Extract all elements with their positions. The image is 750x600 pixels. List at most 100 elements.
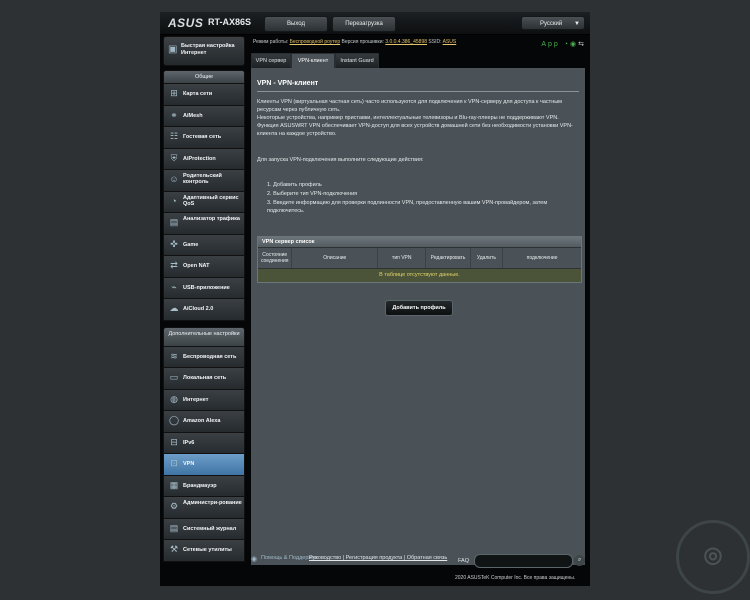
top-bar: ASUS RT-AX86S Выход Перезагрузка Русский… (160, 12, 590, 35)
sidebar-item-network-map[interactable]: ⊞ Карта сети (163, 84, 245, 106)
status-icons: App ◔◉⇆ (541, 38, 586, 52)
sidebar-item-traffic[interactable]: ▤ Анализатор трафика (163, 213, 245, 235)
ssid-link[interactable]: ASUS (443, 39, 457, 45)
main-content: VPN сервер VPN-клиент Instant Guard VPN … (251, 53, 585, 565)
col-status: Состояние соединения (258, 248, 293, 268)
fw-link[interactable]: 3.0.0.4.386_45898 (385, 39, 427, 45)
guest-network-icon: ☷ (169, 131, 179, 141)
chevron-down-icon: ▼ (574, 21, 580, 27)
add-profile-button[interactable]: Добавить профиль (385, 300, 453, 316)
sidebar-item-gamepad[interactable]: ✜ Game (163, 234, 245, 256)
sidebar-item-parental[interactable]: ☺ Родительский контроль (163, 170, 245, 192)
wireless-icon: ≋ (170, 350, 178, 361)
search-icon[interactable]: ⌕ (574, 555, 585, 566)
page-title: VPN - VPN-клиент (257, 80, 319, 87)
reboot-button[interactable]: Перезагрузка (332, 16, 396, 32)
cloud-icon: ☁ (169, 303, 179, 313)
logout-button[interactable]: Выход (264, 16, 328, 32)
table-header-row: Состояние соединения Описание тип VPN Ре… (258, 247, 581, 268)
status-bar: Режим работы: Беспроводной роутер Версия… (253, 35, 590, 53)
sidebar-item-globe[interactable]: ◍ Интернет (163, 389, 245, 411)
app-label[interactable]: App (541, 41, 559, 48)
description-2: Некоторые устройства, например приставки… (257, 115, 559, 121)
network-map-icon: ⊞ (170, 88, 178, 98)
mode-label: Режим работы: (253, 39, 289, 45)
router-window: ASUS RT-AX86S Выход Перезагрузка Русский… (160, 12, 590, 586)
sidebar-item-label: USB-приложение (183, 284, 230, 291)
sidebar-item-ipv6[interactable]: ⊟ IPv6 (163, 432, 245, 454)
tools-icon: ⚒ (169, 544, 179, 554)
alexa-icon: ◯ (168, 415, 180, 425)
instructions-intro: Для запуска VPN-подключения выполните сл… (257, 157, 424, 163)
sidebar-item-tools[interactable]: ⚒ Сетевые утилиты (163, 540, 245, 562)
model-name: RT-AX86S (208, 17, 252, 27)
col-vpn-type: тип VPN (378, 248, 427, 268)
sidebar-item-label: Брандмауэр (183, 482, 217, 489)
sidebar-item-label: Amazon Alexa (183, 418, 221, 424)
sidebar-item-label: Сетевые утилиты (183, 547, 232, 553)
lan-icon: ▭ (169, 372, 179, 382)
sidebar-item-log[interactable]: ▤ Системный журнал (163, 518, 245, 540)
steps-list: 1. Добавить профиль 2. Выберите тип VPN-… (267, 181, 577, 216)
copyright: 2020 ASUSTeK Computer Inc. Все права защ… (455, 575, 576, 581)
sidebar-item-shield[interactable]: ⛨ AiProtection (163, 148, 245, 170)
parental-icon: ☺ (169, 174, 179, 184)
sidebar-item-usb[interactable]: ⌁ USB-приложение (163, 277, 245, 299)
usb-icon: ⌁ (171, 281, 177, 292)
col-edit: Редактировать (426, 248, 471, 268)
sidebar: ▣ Быстрая настройка Интернет Общие ⊞ Карт… (163, 36, 245, 562)
vpn-server-table: VPN сервер список Состояние соединения О… (257, 236, 582, 283)
sidebar-item-label: Гостевая сеть (183, 134, 222, 140)
globe-icon: ◍ (170, 393, 178, 404)
quick-setup-button[interactable]: ▣ Быстрая настройка Интернет (163, 36, 245, 66)
traffic-icon: ▤ (169, 217, 179, 227)
vpn-icon: ⊡ (170, 458, 178, 468)
sidebar-item-label: Адаптивный сервис QoS (183, 194, 239, 207)
internet-status-icon[interactable]: ◉ (570, 41, 578, 48)
footer-links[interactable]: Руководство | Регистрация продукта | Обр… (309, 555, 447, 561)
fw-label: Версия прошивки: (341, 39, 384, 45)
sidebar-item-wireless[interactable]: ≋ Беспроводная сеть (163, 346, 245, 368)
sidebar-item-label: AiMesh (183, 112, 203, 119)
footer: ◉ Помощь & Поддержка Руководство | Регис… (251, 554, 585, 572)
sidebar-item-nat[interactable]: ⇄ Open NAT (163, 256, 245, 278)
sidebar-item-qos[interactable]: ◔ Адаптивный сервис QoS (163, 191, 245, 213)
quick-setup-label: Быстрая настройка Интернет (181, 43, 235, 56)
sidebar-item-label: AiCloud 2.0 (183, 306, 214, 312)
title-divider (257, 91, 579, 92)
sidebar-item-label: IPv6 (183, 439, 195, 446)
col-description: Описание (292, 248, 379, 268)
language-value: Русский (540, 21, 563, 27)
table-title: VPN сервер список (258, 237, 581, 247)
sidebar-item-firewall[interactable]: ▦ Брандмауэр (163, 475, 245, 497)
description-3: Функция ASUSWRT VPN обеспечивает VPN-дос… (257, 123, 573, 137)
sidebar-item-admin[interactable]: ⚙ Администри-рование (163, 497, 245, 519)
general-nav: ⊞ Карта сети ⚭ AiMesh ☷ Гостевая сеть ⛨ AiProte… (163, 84, 245, 321)
ssid-label: SSID: (428, 39, 442, 45)
usb-status-icon[interactable]: ⇆ (578, 41, 586, 48)
sidebar-item-label: Системный журнал (183, 525, 237, 532)
nat-icon: ⇄ (170, 260, 178, 270)
tab-vpn-client[interactable]: VPN-клиент (291, 53, 335, 69)
sidebar-item-label: Game (183, 241, 199, 248)
step-1: 1. Добавить профиль (267, 182, 322, 188)
sidebar-item-lan[interactable]: ▭ Локальная сеть (163, 368, 245, 390)
sidebar-item-aimesh[interactable]: ⚭ AiMesh (163, 105, 245, 127)
qos-icon: ◔ (171, 195, 177, 206)
faq-search-input[interactable] (474, 554, 573, 568)
sidebar-item-alexa[interactable]: ◯ Amazon Alexa (163, 411, 245, 433)
language-select[interactable]: Русский ▼ (521, 16, 585, 30)
sidebar-item-guest-network[interactable]: ☷ Гостевая сеть (163, 127, 245, 149)
mode-link[interactable]: Беспроводной роутер (290, 39, 341, 45)
sidebar-item-vpn[interactable]: ⊡ VPN (163, 454, 245, 476)
sidebar-item-label: VPN (183, 461, 195, 467)
sidebar-item-label: Родительский контроль (183, 173, 222, 185)
gamepad-icon: ✜ (170, 238, 178, 249)
admin-icon: ⚙ (169, 501, 179, 511)
sidebar-item-label: Анализатор трафика (183, 216, 240, 222)
sidebar-item-label: Беспроводная сеть (183, 353, 237, 360)
sidebar-item-cloud[interactable]: ☁ AiCloud 2.0 (163, 299, 245, 321)
step-2: 2. Выберите тип VPN-подключения (267, 191, 358, 197)
col-connect: подключение (526, 255, 558, 261)
table-empty-row: В таблице отсутствуют данные. (258, 268, 581, 282)
